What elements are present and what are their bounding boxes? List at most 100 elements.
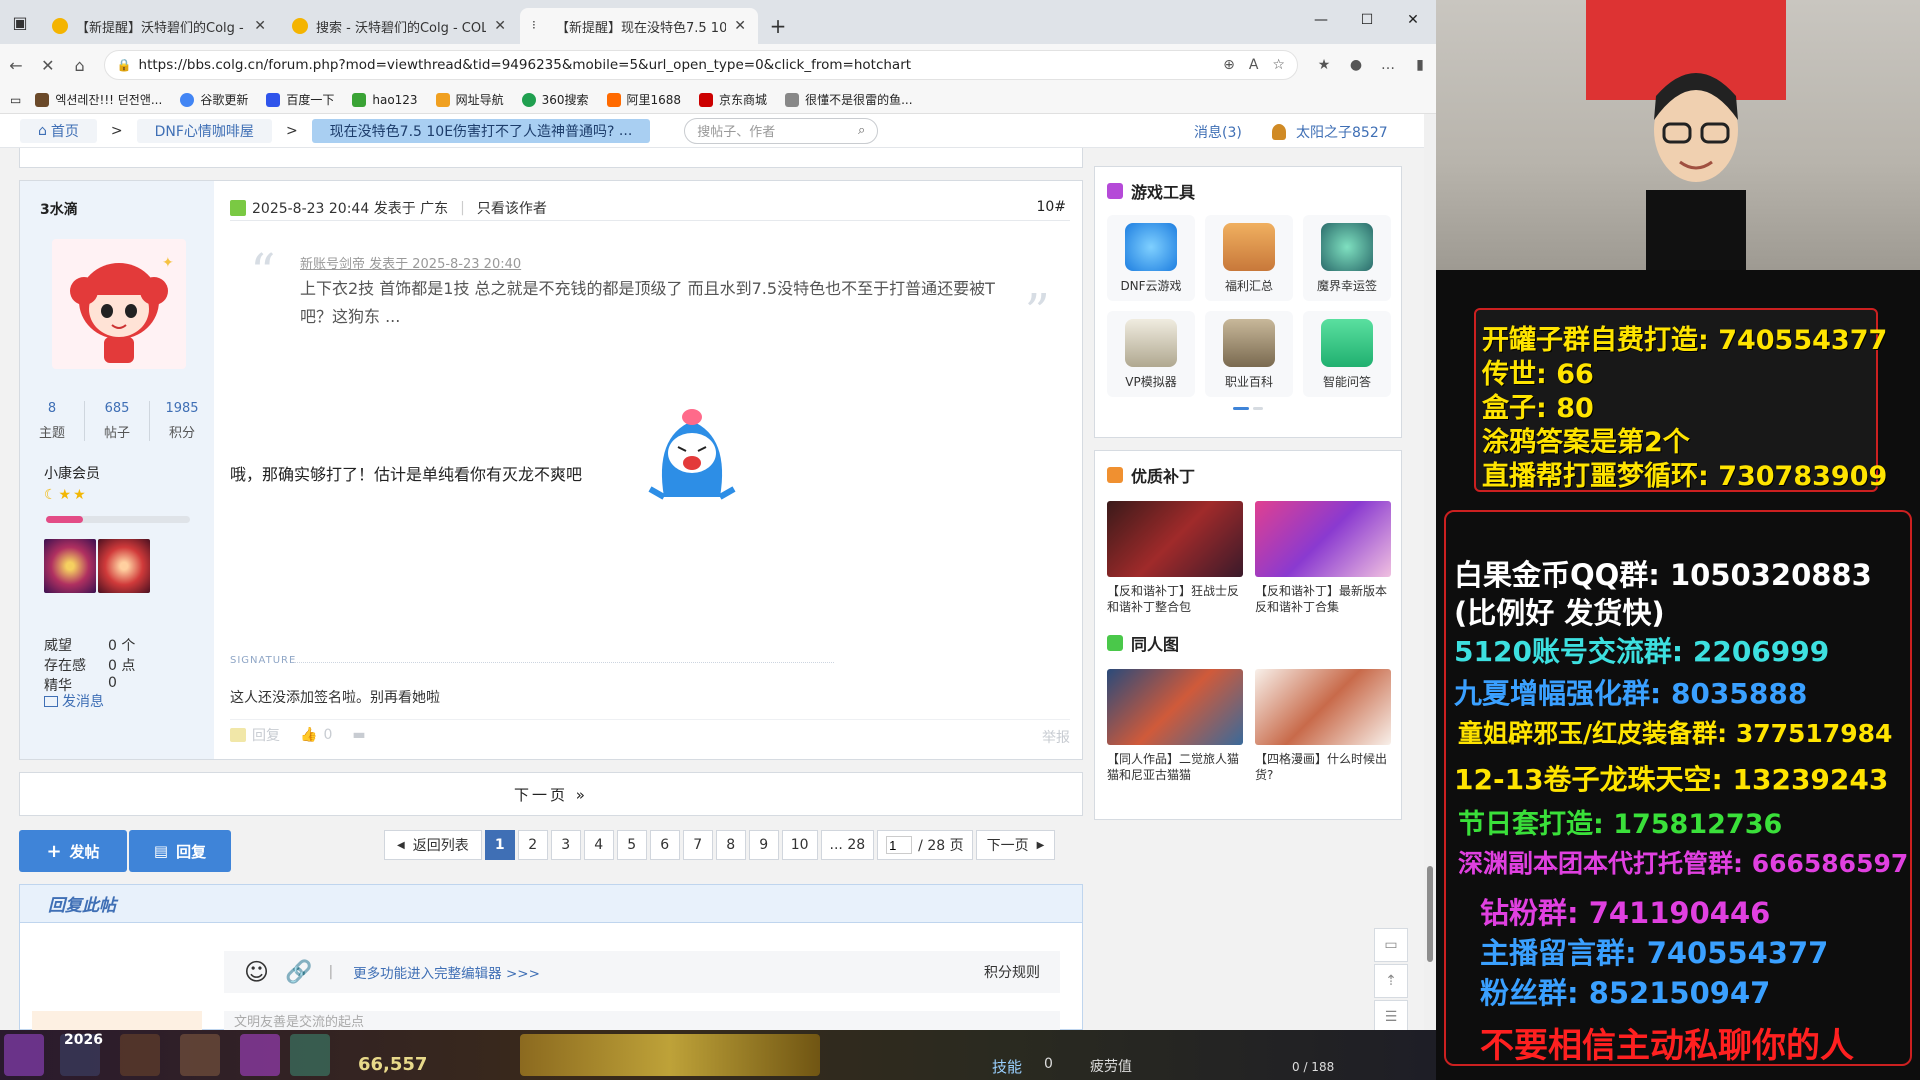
dislike-action[interactable]: ▬ xyxy=(352,727,365,743)
page-9[interactable]: 9 xyxy=(748,830,779,860)
fanart-thumbnail xyxy=(1107,669,1243,745)
stop-icon[interactable]: ✕ xyxy=(32,49,64,81)
link-icon[interactable]: 🔗 xyxy=(285,960,312,985)
full-editor-link[interactable]: 更多功能进入完整编辑器 >>> xyxy=(353,962,540,982)
page-10[interactable]: 10 xyxy=(781,830,818,860)
quote-source-link[interactable]: 新账号剑帝 发表于 2025-8-23 20:40 xyxy=(300,253,521,272)
page-6[interactable]: 6 xyxy=(649,830,680,860)
messages-link[interactable]: 消息(3) xyxy=(1194,122,1242,142)
back-icon[interactable]: ← xyxy=(0,49,32,81)
page-7[interactable]: 7 xyxy=(682,830,713,860)
tab-0[interactable]: 【新提醒】沃特碧们的Colg - COLG玩家社区 ✕ xyxy=(40,8,278,44)
page-4[interactable]: 4 xyxy=(583,830,614,860)
favorites-icon[interactable]: ★ xyxy=(1308,57,1340,73)
tab-title: 【新提醒】沃特碧们的Colg - COLG玩家社区 xyxy=(76,20,246,36)
feedback-icon[interactable]: ▭ xyxy=(1374,928,1408,962)
stat-threads[interactable]: 8 主题 xyxy=(20,401,84,441)
sidebar-toggle-icon[interactable]: ▮ xyxy=(1404,57,1436,73)
bookmark-2[interactable]: 百度一下 xyxy=(266,91,334,108)
stat-credits[interactable]: 1985 积分 xyxy=(149,401,214,441)
page-5[interactable]: 5 xyxy=(616,830,647,860)
bookmark-1[interactable]: 谷歌更新 xyxy=(180,91,248,108)
bookmark-8[interactable]: 很懂不是很雷的鱼... xyxy=(785,91,913,108)
tool-lucky-draw[interactable]: 魔界幸运签 xyxy=(1303,215,1391,301)
search-input[interactable]: 搜帖子、作者 ⌕ xyxy=(684,117,879,144)
patch-item[interactable]: 【反和谐补丁】最新版本反和谐补丁合集 xyxy=(1255,501,1391,615)
tool-vp-simulator[interactable]: VP模拟器 xyxy=(1107,311,1195,397)
home-icon[interactable]: ⌂ xyxy=(64,49,96,81)
new-post-button[interactable]: + 发帖 xyxy=(19,830,127,872)
reply-textarea[interactable]: 文明友善是交流的起点 xyxy=(224,1011,1060,1030)
close-tab-icon[interactable]: ✕ xyxy=(494,18,506,34)
close-tab-icon[interactable]: ✕ xyxy=(734,18,746,34)
fanart-title: 同人图 xyxy=(1095,615,1401,655)
divider: | xyxy=(460,199,465,216)
page-2[interactable]: 2 xyxy=(517,830,548,860)
bookmark-3[interactable]: hao123 xyxy=(352,92,418,107)
patch-item[interactable]: 【反和谐补丁】狂战士反和谐补丁整合包 xyxy=(1107,501,1243,615)
fanart-list: 【同人作品】二觉旅人猫猫和尼亚古猫猫 【四格漫画】什么时候出货? xyxy=(1095,655,1401,783)
user-link[interactable]: 太阳之子8527 xyxy=(1272,122,1388,142)
breadcrumb-thread[interactable]: 现在没特色7.5 10E伤害打不了人造神普通吗? ... xyxy=(311,118,651,143)
bookmark-4[interactable]: 网址导航 xyxy=(435,91,504,108)
reply-button[interactable]: ▤ 回复 xyxy=(129,830,231,872)
page-3[interactable]: 3 xyxy=(550,830,581,860)
tool-cloud-game[interactable]: DNF云游戏 xyxy=(1107,215,1195,301)
page-last[interactable]: ... 28 xyxy=(820,830,875,860)
more-menu-icon[interactable]: … xyxy=(1372,57,1404,73)
tool-job-wiki[interactable]: 职业百科 xyxy=(1205,311,1293,397)
tool-welfare[interactable]: 福利汇总 xyxy=(1205,215,1293,301)
author-panel: 3水滴 ✦ 8 主题 685 帖子 1985 积分 小康会员 ☾★★ 威望 0 … xyxy=(20,181,214,759)
breadcrumb-forum[interactable]: DNF心情咖啡屋 xyxy=(136,118,272,143)
close-tab-icon[interactable]: ✕ xyxy=(254,18,266,34)
stat-posts[interactable]: 685 帖子 xyxy=(84,401,149,441)
read-aloud-icon[interactable]: A xyxy=(1249,57,1259,73)
reply-action[interactable]: 回复 xyxy=(230,725,280,745)
maximize-icon[interactable]: ☐ xyxy=(1344,0,1390,40)
author-name[interactable]: 3水滴 xyxy=(40,199,78,219)
tab-2[interactable]: ⁝ 【新提醒】现在没特色7.5 10E伤害打不了人造神普通吗? ✕ xyxy=(520,8,758,44)
only-author-link[interactable]: 只看该作者 xyxy=(477,198,547,218)
bookmark-6[interactable]: 阿里1688 xyxy=(606,91,681,108)
report-link[interactable]: 举报 xyxy=(1042,727,1070,747)
back-to-top-icon[interactable]: ⇡ xyxy=(1374,964,1408,998)
like-action[interactable]: 👍 0 xyxy=(300,727,332,743)
back-to-list-link[interactable]: ◀ 返回列表 xyxy=(384,830,482,860)
page-jump-input[interactable] xyxy=(886,836,913,854)
page-1[interactable]: 1 xyxy=(484,830,515,860)
bookmark-0[interactable]: 엑션레잔!!! 던전앤... xyxy=(35,91,162,108)
emoji-icon[interactable]: ☺ xyxy=(244,958,269,986)
send-message-link[interactable]: 发消息 xyxy=(44,691,104,711)
carousel-dots[interactable] xyxy=(1095,407,1401,410)
url-field[interactable]: 🔒 https://bbs.colg.cn/forum.php?mod=view… xyxy=(103,50,1298,80)
fanart-item[interactable]: 【四格漫画】什么时候出货? xyxy=(1255,669,1391,783)
favorite-star-icon[interactable]: ☆ xyxy=(1272,57,1285,73)
tool-smart-qa[interactable]: 智能问答 xyxy=(1303,311,1391,397)
bookmark-folder-icon[interactable]: ▭ xyxy=(10,93,21,107)
list-icon[interactable]: ☰ xyxy=(1374,1000,1408,1030)
tab-1[interactable]: 搜索 - 沃特碧们的Colg - COLG玩家社区 ✕ xyxy=(280,8,518,44)
medal-icon[interactable] xyxy=(44,539,96,593)
next-page-bar[interactable]: 下一页 » xyxy=(19,772,1083,816)
page-8[interactable]: 8 xyxy=(715,830,746,860)
bookmark-5[interactable]: 360搜索 xyxy=(521,91,589,108)
fanart-item[interactable]: 【同人作品】二觉旅人猫猫和尼亚古猫猫 xyxy=(1107,669,1243,783)
new-post-label: 发帖 xyxy=(69,842,100,861)
new-tab-icon[interactable]: + xyxy=(760,8,796,44)
floor-number[interactable]: 10# xyxy=(1036,199,1066,215)
avatar[interactable]: ✦ xyxy=(52,239,186,369)
profile-avatar-icon[interactable]: ● xyxy=(1340,57,1372,73)
search-icon[interactable]: ⌕ xyxy=(858,123,865,138)
credit-rules-link[interactable]: 积分规则 xyxy=(984,962,1040,982)
breadcrumb-home[interactable]: ⌂ 首页 xyxy=(20,118,97,143)
bookmark-7[interactable]: 京东商城 xyxy=(699,91,767,108)
next-page-link[interactable]: 下一页 ▶ xyxy=(975,830,1056,860)
close-window-icon[interactable]: ✕ xyxy=(1390,0,1436,40)
zoom-icon[interactable]: ⊕ xyxy=(1223,57,1235,73)
tab-actions-icon[interactable]: ▣ xyxy=(0,0,40,44)
scrollbar-thumb[interactable] xyxy=(1427,866,1433,962)
page-scrollbar[interactable] xyxy=(1424,114,1436,1030)
minimize-icon[interactable]: — xyxy=(1298,0,1344,40)
medal-icon[interactable] xyxy=(98,539,150,593)
medals xyxy=(44,539,152,593)
